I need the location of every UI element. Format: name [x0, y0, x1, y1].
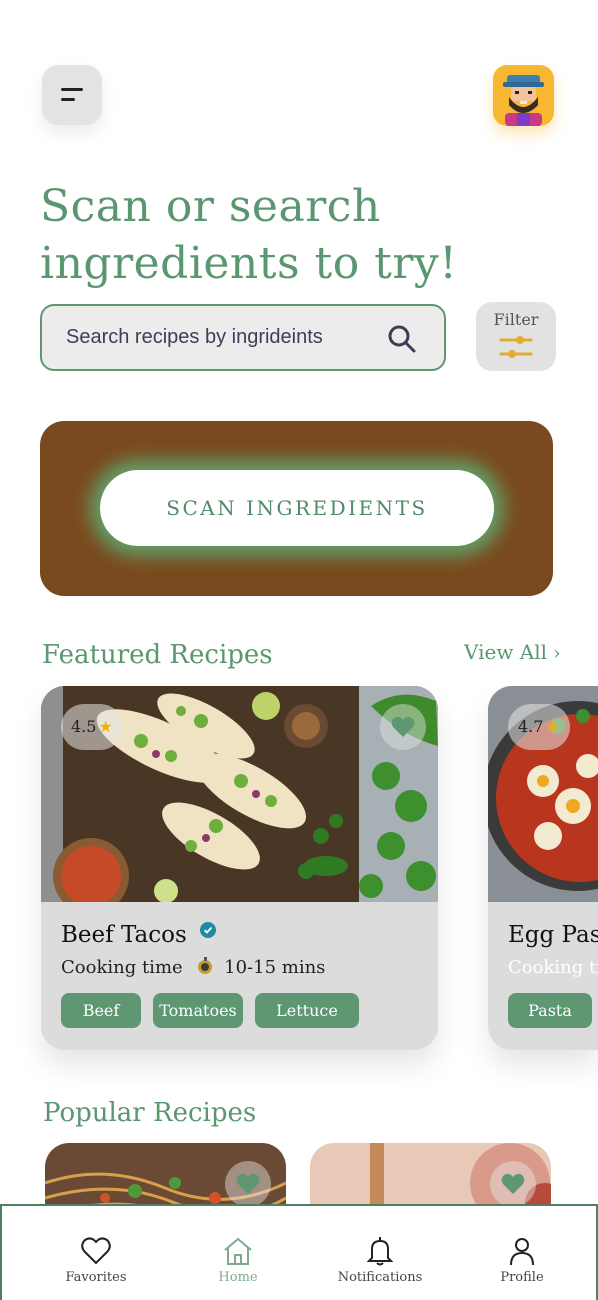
menu-icon — [61, 88, 83, 91]
view-all-link[interactable]: View All › — [464, 640, 561, 664]
favorite-button[interactable] — [225, 1161, 271, 1207]
headline-line-2: ingredients to try! — [40, 238, 458, 289]
chevron-right-icon: › — [553, 643, 561, 664]
cooking-duration: 10-15 mins — [224, 957, 326, 978]
rating-badge: 4.7 ★ — [508, 704, 570, 750]
menu-button[interactable] — [42, 65, 102, 125]
avatar[interactable] — [493, 65, 554, 126]
filter-label: Filter — [493, 310, 539, 329]
headline-line-1: Scan or search — [40, 181, 381, 232]
recipe-card-beef-tacos[interactable]: 4.5 ★ Beef Tacos Cooking time 10-15 mins … — [41, 686, 438, 1050]
tab-profile[interactable]: Profile — [462, 1206, 582, 1300]
tab-label: Home — [218, 1270, 258, 1285]
recipe-title: Egg Past — [508, 922, 598, 948]
cooking-time-label: Cooking time — [61, 957, 183, 978]
tab-label: Profile — [500, 1270, 544, 1285]
search-input[interactable] — [42, 306, 372, 369]
star-icon: ★ — [98, 717, 113, 736]
home-icon — [224, 1237, 252, 1265]
tab-notifications[interactable]: Notifications — [320, 1206, 440, 1300]
recipe-card-egg-pasta[interactable]: 4.7★ Egg Past Cooking tir Pasta — [488, 686, 598, 1050]
cooking-time-label: Cooking tir — [508, 957, 598, 978]
tag-tomatoes[interactable]: Tomatoes — [153, 993, 243, 1028]
page-headline: Scan or search ingredients to try! — [40, 178, 560, 292]
tag-beef[interactable]: Beef — [61, 993, 141, 1028]
favorite-button[interactable] — [380, 704, 426, 750]
star-icon: ★ — [545, 717, 560, 736]
bottom-tab-bar: Favorites Home Notifications Profile — [0, 1204, 598, 1300]
heart-icon — [236, 1173, 260, 1194]
bearded-man-avatar-icon — [503, 75, 544, 126]
tag-pasta[interactable]: Pasta — [508, 993, 592, 1028]
recipe-title: Beef Tacos — [61, 922, 217, 948]
view-all-label: View All — [464, 640, 548, 664]
user-icon — [510, 1238, 534, 1266]
rating-value: 4.7 — [518, 717, 544, 736]
scan-ingredients-button[interactable]: SCAN INGREDIENTS — [100, 470, 494, 546]
rating-value: 4.5 — [71, 717, 97, 736]
search-bar — [40, 304, 446, 371]
tab-label: Notifications — [337, 1270, 423, 1285]
verified-badge-icon — [200, 922, 217, 938]
sliders-icon — [499, 336, 533, 358]
heart-icon — [81, 1237, 111, 1265]
bell-icon — [366, 1237, 394, 1266]
cooking-time: Cooking time 10-15 mins — [61, 957, 325, 978]
heart-icon — [501, 1173, 525, 1194]
filter-button[interactable]: Filter — [476, 302, 556, 371]
favorite-button[interactable] — [490, 1161, 536, 1207]
heart-icon — [391, 716, 415, 737]
tab-label: Favorites — [65, 1270, 127, 1285]
scan-card: SCAN INGREDIENTS — [40, 421, 553, 596]
featured-recipes-title: Featured Recipes — [42, 640, 273, 670]
search-icon[interactable] — [387, 324, 417, 354]
popular-recipes-title: Popular Recipes — [43, 1098, 257, 1128]
tab-favorites[interactable]: Favorites — [36, 1206, 156, 1300]
tag-lettuce[interactable]: Lettuce — [255, 993, 359, 1028]
timer-icon — [198, 957, 213, 974]
tab-home[interactable]: Home — [178, 1206, 298, 1300]
rating-badge: 4.5 ★ — [61, 704, 123, 750]
